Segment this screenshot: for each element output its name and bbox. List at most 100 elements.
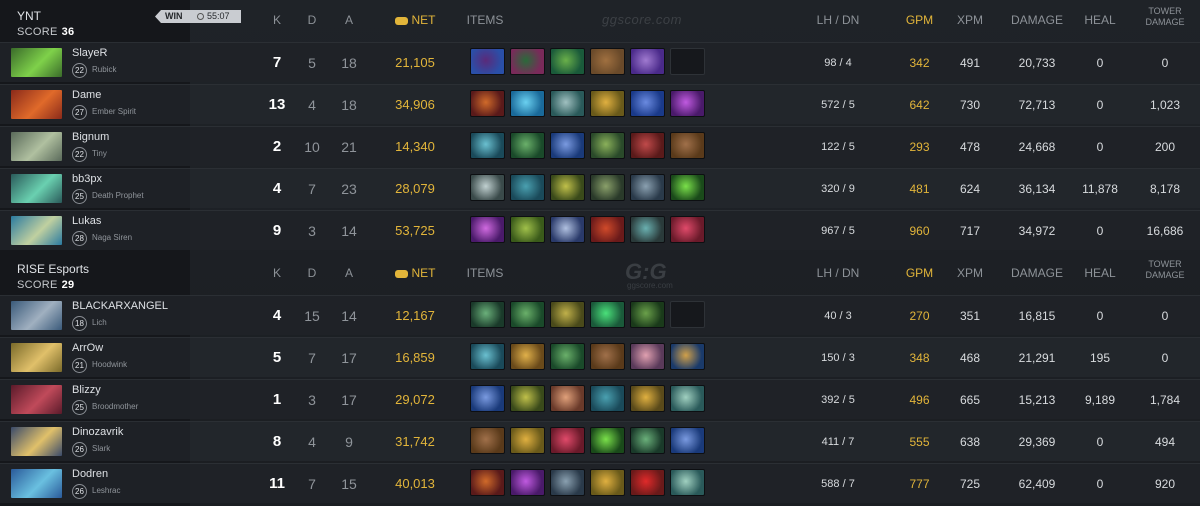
empty-item-slot[interactable] (670, 301, 705, 328)
item-icon[interactable] (470, 301, 505, 328)
player-name[interactable]: Lukas (72, 215, 101, 227)
item-icon[interactable] (630, 132, 665, 159)
item-icon[interactable] (550, 132, 585, 159)
item-icon[interactable] (550, 174, 585, 201)
item-icon[interactable] (630, 427, 665, 454)
col-header-k[interactable]: K (262, 253, 292, 293)
hero-portrait[interactable] (11, 427, 62, 456)
player-name[interactable]: Blizzy (72, 384, 101, 396)
item-icon[interactable] (470, 385, 505, 412)
col-header-tower-damage[interactable]: TOWER DAMAGE (1120, 6, 1200, 28)
item-icon[interactable] (470, 216, 505, 243)
player-name[interactable]: Bignum (72, 131, 109, 143)
player-card[interactable]: SlayeR 22 Rubick (0, 42, 190, 82)
item-icon[interactable] (510, 174, 545, 201)
item-icon[interactable] (470, 427, 505, 454)
item-icon[interactable] (630, 48, 665, 75)
col-header-lh-dn[interactable]: LH / DN (798, 0, 878, 40)
player-card[interactable]: Lukas 28 Naga Siren (0, 210, 190, 250)
item-icon[interactable] (590, 385, 625, 412)
hero-portrait[interactable] (11, 343, 62, 372)
item-icon[interactable] (510, 385, 545, 412)
player-card[interactable]: Dame 27 Ember Spirit (0, 84, 190, 124)
item-icon[interactable] (630, 385, 665, 412)
item-icon[interactable] (510, 469, 545, 496)
item-icon[interactable] (670, 343, 705, 370)
item-icon[interactable] (590, 48, 625, 75)
item-icon[interactable] (630, 301, 665, 328)
hero-portrait[interactable] (11, 469, 62, 498)
col-header-tower-damage[interactable]: TOWER DAMAGE (1120, 259, 1200, 281)
item-icon[interactable] (510, 301, 545, 328)
item-icon[interactable] (590, 90, 625, 117)
item-icon[interactable] (630, 469, 665, 496)
player-card[interactable]: bb3px 25 Death Prophet (0, 168, 190, 208)
item-icon[interactable] (510, 132, 545, 159)
item-icon[interactable] (550, 343, 585, 370)
hero-portrait[interactable] (11, 385, 62, 414)
player-card[interactable]: BLACKARXANGEL 18 Lich (0, 295, 190, 335)
hero-portrait[interactable] (11, 90, 62, 119)
item-icon[interactable] (470, 90, 505, 117)
hero-portrait[interactable] (11, 174, 62, 203)
item-icon[interactable] (510, 90, 545, 117)
col-header-items[interactable]: ITEMS (455, 253, 515, 293)
item-icon[interactable] (470, 469, 505, 496)
item-icon[interactable] (670, 216, 705, 243)
item-icon[interactable] (550, 90, 585, 117)
item-icon[interactable] (550, 427, 585, 454)
hero-portrait[interactable] (11, 216, 62, 245)
item-icon[interactable] (590, 343, 625, 370)
item-icon[interactable] (670, 90, 705, 117)
item-icon[interactable] (550, 385, 585, 412)
player-name[interactable]: Dodren (72, 468, 108, 480)
player-name[interactable]: BLACKARXANGEL (72, 300, 168, 312)
item-icon[interactable] (510, 427, 545, 454)
item-icon[interactable] (550, 216, 585, 243)
player-name[interactable]: SlayeR (72, 47, 107, 59)
item-icon[interactable] (630, 343, 665, 370)
col-header-k[interactable]: K (262, 0, 292, 40)
item-icon[interactable] (510, 48, 545, 75)
item-icon[interactable] (590, 469, 625, 496)
empty-item-slot[interactable] (670, 48, 705, 75)
item-icon[interactable] (470, 48, 505, 75)
col-header-a[interactable]: A (334, 253, 364, 293)
item-icon[interactable] (670, 174, 705, 201)
item-icon[interactable] (470, 132, 505, 159)
item-icon[interactable] (470, 174, 505, 201)
col-header-net[interactable]: NET (380, 253, 450, 293)
item-icon[interactable] (550, 301, 585, 328)
item-icon[interactable] (670, 385, 705, 412)
item-icon[interactable] (630, 216, 665, 243)
item-icon[interactable] (550, 469, 585, 496)
player-name[interactable]: bb3px (72, 173, 102, 185)
col-header-net[interactable]: NET (380, 0, 450, 40)
item-icon[interactable] (590, 132, 625, 159)
hero-portrait[interactable] (11, 301, 62, 330)
col-header-gpm[interactable]: GPM (887, 253, 952, 293)
player-card[interactable]: Dodren 26 Leshrac (0, 463, 190, 503)
player-name[interactable]: ArrOw (72, 342, 103, 354)
item-icon[interactable] (510, 216, 545, 243)
player-card[interactable]: ArrOw 21 Hoodwink (0, 337, 190, 377)
item-icon[interactable] (590, 427, 625, 454)
hero-portrait[interactable] (11, 132, 62, 161)
item-icon[interactable] (550, 48, 585, 75)
col-header-items[interactable]: ITEMS (455, 0, 515, 40)
item-icon[interactable] (590, 174, 625, 201)
hero-portrait[interactable] (11, 48, 62, 77)
item-icon[interactable] (670, 469, 705, 496)
item-icon[interactable] (470, 343, 505, 370)
player-card[interactable]: Bignum 22 Tiny (0, 126, 190, 166)
col-header-xpm[interactable]: XPM (945, 0, 995, 40)
player-card[interactable]: Dinozavrik 26 Slark (0, 421, 190, 461)
item-icon[interactable] (510, 343, 545, 370)
col-header-d[interactable]: D (297, 253, 327, 293)
item-icon[interactable] (590, 301, 625, 328)
col-header-lh-dn[interactable]: LH / DN (798, 253, 878, 293)
col-header-xpm[interactable]: XPM (945, 253, 995, 293)
item-icon[interactable] (630, 90, 665, 117)
player-card[interactable]: Blizzy 25 Broodmother (0, 379, 190, 419)
player-name[interactable]: Dame (72, 89, 101, 101)
